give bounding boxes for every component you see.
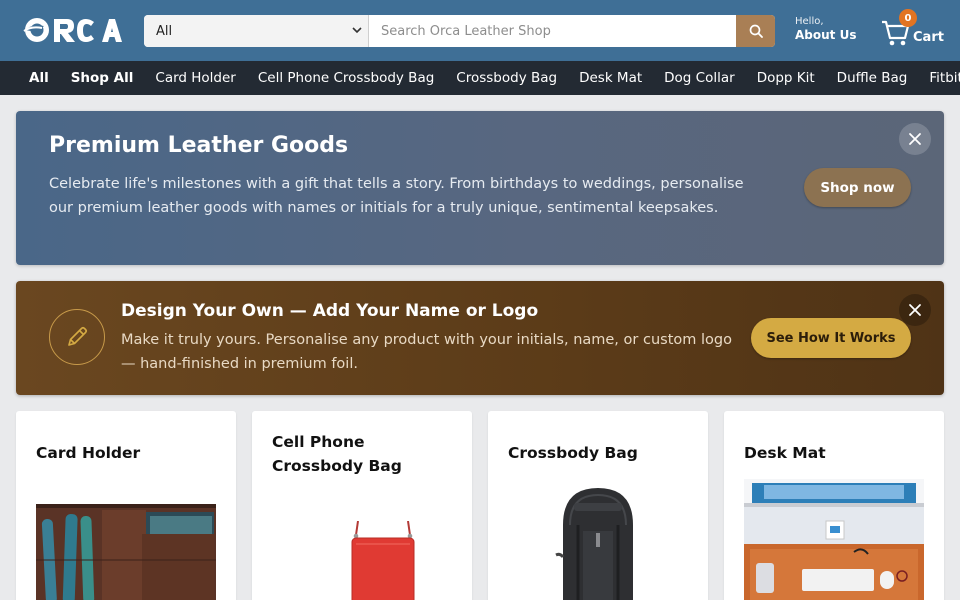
about-us-link[interactable]: Hello, About Us: [795, 16, 856, 43]
desk-mat-image: [744, 479, 924, 600]
close-icon: [909, 133, 921, 145]
search-bar: All: [144, 15, 775, 47]
product-title: Cell Phone Crossbody Bag: [272, 433, 402, 475]
product-card-desk-mat[interactable]: Desk Mat: [724, 411, 944, 600]
cart-button[interactable]: 0 Cart: [880, 9, 950, 50]
search-input[interactable]: [369, 15, 736, 47]
shop-now-button[interactable]: Shop now: [804, 168, 911, 207]
design-title: Design Your Own — Add Your Name or Logo: [121, 301, 539, 321]
search-button[interactable]: [736, 15, 775, 47]
nav-item-dopp-kit[interactable]: Dopp Kit: [757, 70, 815, 86]
site-logo[interactable]: [22, 14, 122, 46]
chevron-down-icon: [352, 27, 362, 34]
crossbody-phone-bag-image: [272, 521, 452, 600]
about-us-label: About Us: [795, 28, 857, 42]
design-text: Make it truly yours. Personalise any pro…: [121, 332, 732, 372]
product-card-cell-phone-crossbody-bag[interactable]: Cell Phone Crossbody Bag: [252, 411, 472, 600]
design-your-own-banner: Design Your Own — Add Your Name or Logo …: [16, 281, 944, 395]
product-card-card-holder[interactable]: Card Holder: [16, 411, 236, 600]
nav-item-duffle-bag[interactable]: Duffle Bag: [837, 70, 908, 86]
backpack-image: [508, 485, 688, 600]
nav-item-desk-mat[interactable]: Desk Mat: [579, 70, 642, 86]
promo-text: Celebrate life's milestones with a gift …: [49, 176, 744, 216]
nav-item-card-holder[interactable]: Card Holder: [155, 70, 235, 86]
nav-item-crossbody-bag[interactable]: Crossbody Bag: [456, 70, 557, 86]
cart-label: Cart: [913, 30, 944, 45]
see-how-it-works-button[interactable]: See How It Works: [751, 318, 911, 358]
nav-item-cell-phone-crossbody-bag[interactable]: Cell Phone Crossbody Bag: [258, 70, 434, 86]
search-category-select[interactable]: All: [144, 15, 369, 47]
category-nav: All Shop All Card Holder Cell Phone Cros…: [0, 61, 960, 95]
product-title: Card Holder: [36, 444, 141, 462]
nav-item-fitbit[interactable]: Fitbit Wa: [929, 70, 960, 86]
promo-close-button[interactable]: [899, 123, 931, 155]
search-category-value: All: [156, 23, 173, 39]
pencil-icon: [49, 309, 105, 365]
product-card-crossbody-bag[interactable]: Crossbody Bag: [488, 411, 708, 600]
product-title: Crossbody Bag: [508, 444, 638, 462]
product-title: Desk Mat: [744, 444, 826, 462]
promo-title: Premium Leather Goods: [49, 133, 349, 158]
nav-item-dog-collar[interactable]: Dog Collar: [664, 70, 735, 86]
card-holder-image: [36, 504, 216, 600]
nav-item-all[interactable]: All: [29, 70, 49, 86]
design-close-button[interactable]: [899, 294, 931, 326]
promo-banner: Premium Leather Goods Celebrate life's m…: [16, 111, 944, 265]
close-icon: [909, 304, 921, 316]
search-icon: [749, 24, 763, 38]
greeting-text: Hello,: [795, 16, 824, 27]
site-header: All Hello, About Us 0 Cart: [0, 0, 960, 61]
cart-count-badge: 0: [899, 9, 917, 27]
nav-item-shop-all[interactable]: Shop All: [71, 70, 134, 86]
